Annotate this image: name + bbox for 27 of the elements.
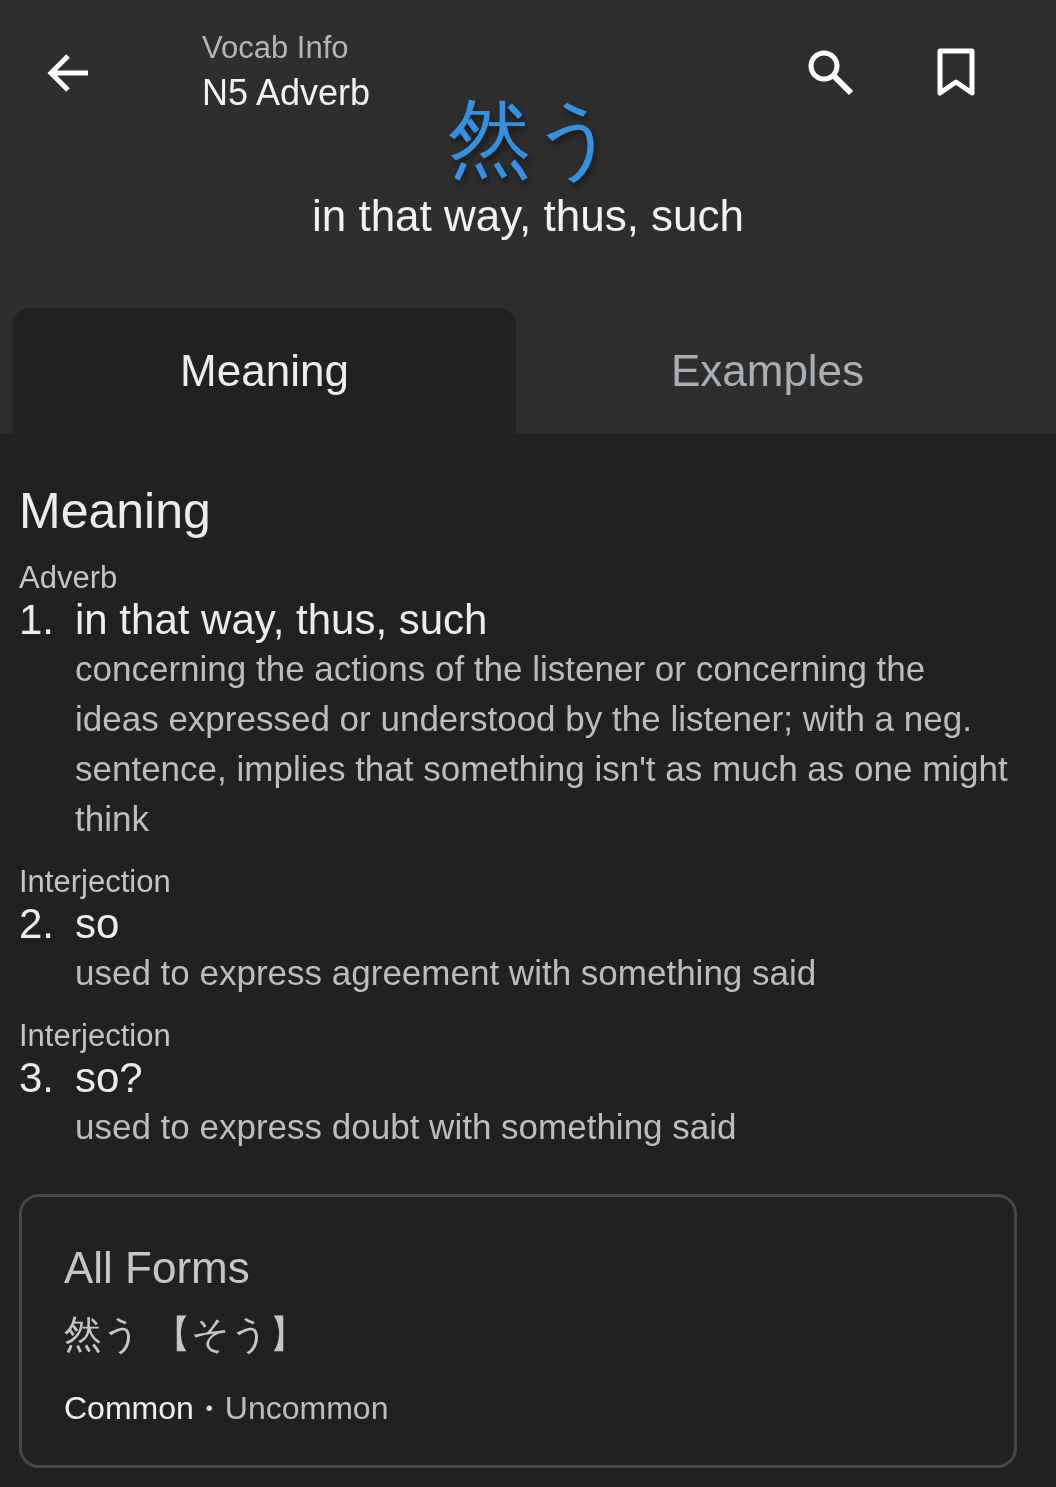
sense-note: used to express agreement with something said [75,952,818,994]
sense-number: 1. [19,596,56,644]
part-of-speech: Interjection [19,864,172,900]
legend-label: Uncommon [224,1390,389,1427]
search-icon[interactable] [806,48,854,96]
sense-number: 3. [19,1054,56,1102]
sense-gloss: so? [75,1054,143,1102]
part-of-speech: Interjection [19,1018,172,1054]
card-heading: All Forms [64,1243,251,1293]
word-gloss: in that way, thus, such [311,190,745,241]
sense-note: used to express doubt with something said [75,1106,738,1148]
part-of-speech: Adverb [19,560,119,596]
word-form: 然う 【そう】 [64,1311,309,1358]
sense-gloss: in that way, thus, such [75,596,488,644]
legend-label: Common [64,1390,194,1427]
sense-number: 2. [19,900,56,948]
back-arrow-icon[interactable] [46,52,90,94]
sense-gloss: so [75,900,120,948]
screen-subtitle: Vocab Info [202,30,350,66]
bookmark-icon[interactable] [936,48,976,96]
screen-title: N5 Adverb [202,72,371,114]
sense-note: concerning the actions of the listener or concerning the ideas expressed or understood by the listener; with a neg. sentence, implies that something isn't as much as one might think [75,648,1009,840]
vocab-word: 然う [448,88,618,189]
section-heading: Meaning [19,482,212,540]
tab[interactable]: Examples [516,308,1019,433]
tab[interactable]: Meaning [13,308,516,433]
separator-dot: • [205,1397,213,1420]
